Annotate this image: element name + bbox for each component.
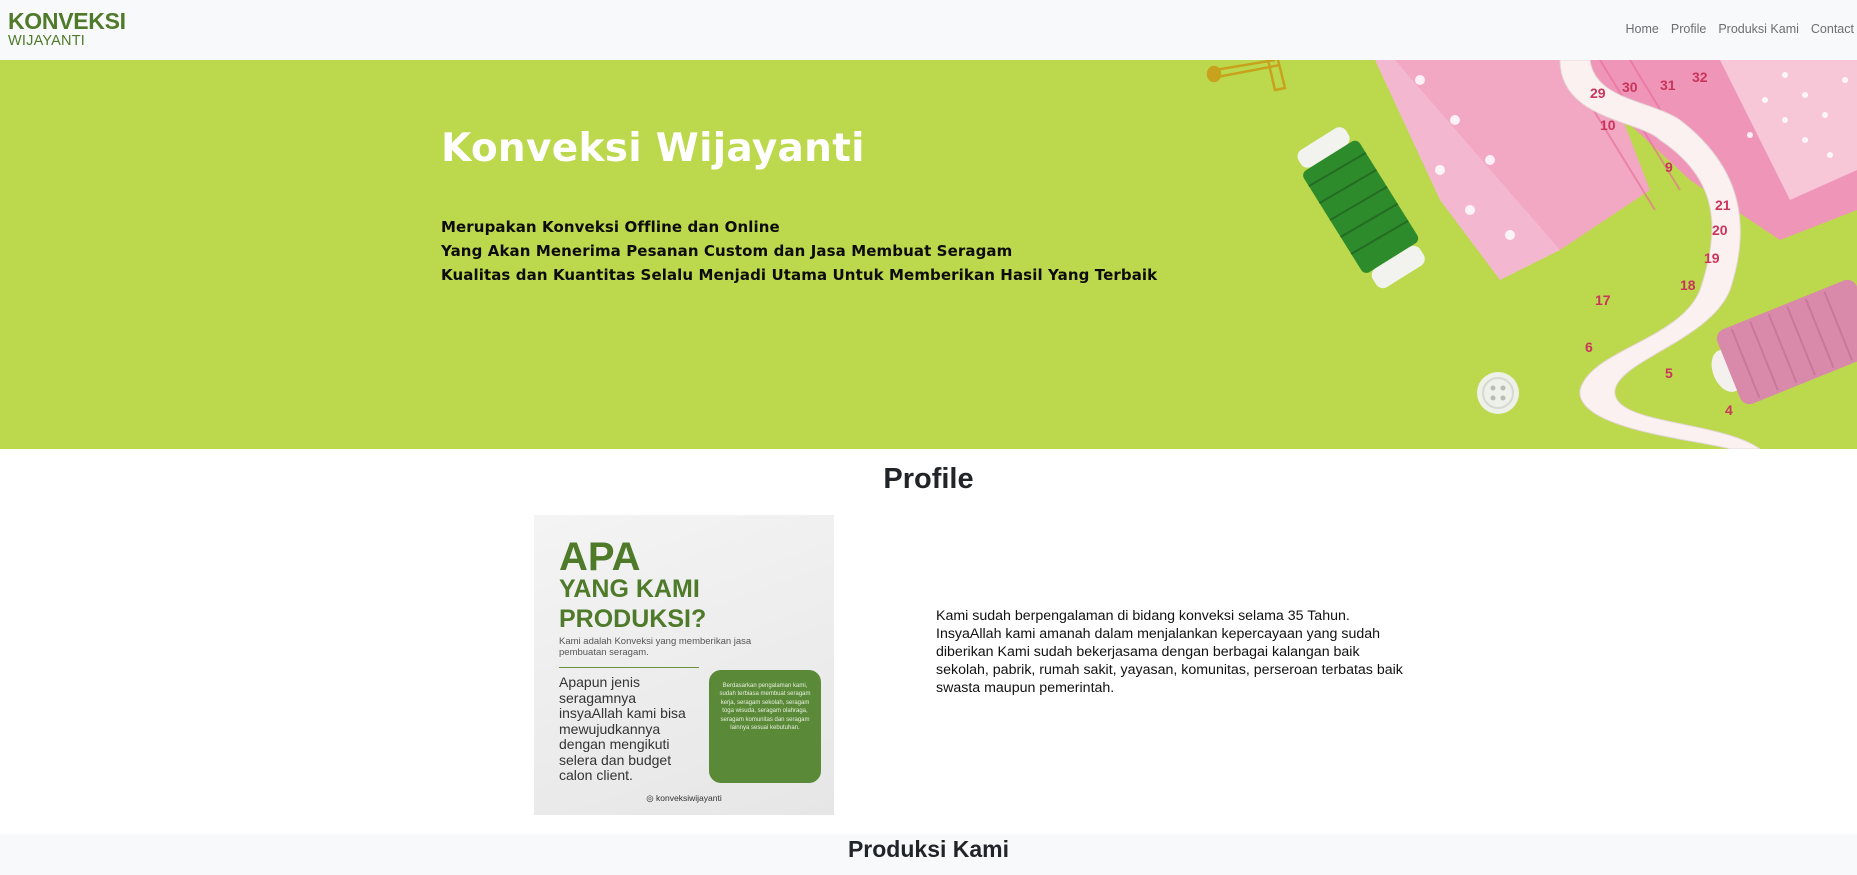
tape-number: 4 (1725, 402, 1733, 418)
poster-green-box: Berdasarkan pengalaman kami, sudah terbi… (709, 670, 821, 783)
navbar: KONVEKSI WIJAYANTI Home Profile Produksi… (0, 0, 1857, 60)
poster-subtitle: Kami adalah Konveksi yang memberikan jas… (559, 636, 752, 658)
hero-line: Yang Akan Menerima Pesanan Custom dan Ja… (441, 242, 1013, 260)
hero-banner: 29 30 31 32 10 9 21 20 19 18 17 6 5 4 Ko… (0, 60, 1857, 449)
nav-menu: Home Profile Produksi Kami Contact (1614, 22, 1854, 36)
white-button (1477, 372, 1519, 414)
profile-section-title: Profile (883, 463, 974, 495)
poster-headline: APA (559, 535, 641, 579)
tape-number: 10 (1600, 117, 1616, 133)
poster-body-text: Apapun jenis seragamnya insyaAllah kami … (559, 674, 686, 783)
tape-number: 20 (1712, 222, 1728, 238)
poster-instagram-handle: ◎ konveksiwijayanti (646, 793, 722, 803)
tape-number: 21 (1715, 197, 1731, 213)
tape-number: 17 (1595, 292, 1611, 308)
tape-number: 19 (1704, 250, 1720, 266)
tape-number: 9 (1665, 159, 1673, 175)
tape-number: 29 (1590, 85, 1606, 101)
nav-item-contact[interactable]: Contact (1811, 22, 1854, 36)
produksi-section-title: Produksi Kami (847, 836, 1010, 862)
nav-item-home[interactable]: Home (1626, 22, 1659, 36)
hero-line: Merupakan Konveksi Offline dan Online (441, 218, 780, 236)
tape-number: 30 (1622, 79, 1638, 95)
poster-headline-2: YANG KAMI PRODUKSI? (559, 575, 707, 633)
brand-line-1: KONVEKSI (8, 8, 126, 34)
brand-logo[interactable]: KONVEKSI WIJAYANTI (8, 10, 126, 49)
profile-poster-image: APA YANG KAMI PRODUKSI? Kami adalah Konv… (534, 515, 834, 815)
tape-number: 5 (1665, 365, 1673, 381)
nav-item-produksi-kami[interactable]: Produksi Kami (1718, 22, 1799, 36)
hero-title: Konveksi Wijayanti (441, 126, 865, 171)
tape-number: 32 (1692, 69, 1708, 85)
nav-item-profile[interactable]: Profile (1671, 22, 1706, 36)
hero-line: Kualitas dan Kuantitas Selalu Menjadi Ut… (441, 266, 1158, 284)
hero-tagline: Merupakan Konveksi Offline dan Online Ya… (441, 215, 1157, 287)
tape-number: 31 (1660, 77, 1676, 93)
poster-divider (559, 667, 699, 668)
tape-number: 6 (1585, 339, 1593, 355)
profile-description: Kami sudah berpengalaman di bidang konve… (936, 608, 1403, 696)
brand-line-2: WIJAYANTI (8, 33, 85, 49)
poster-box-text: Berdasarkan pengalaman kami, sudah terbi… (719, 683, 811, 732)
tape-number: 18 (1680, 277, 1696, 293)
safety-pins (1206, 60, 1287, 92)
green-thread-spool (1297, 127, 1425, 289)
